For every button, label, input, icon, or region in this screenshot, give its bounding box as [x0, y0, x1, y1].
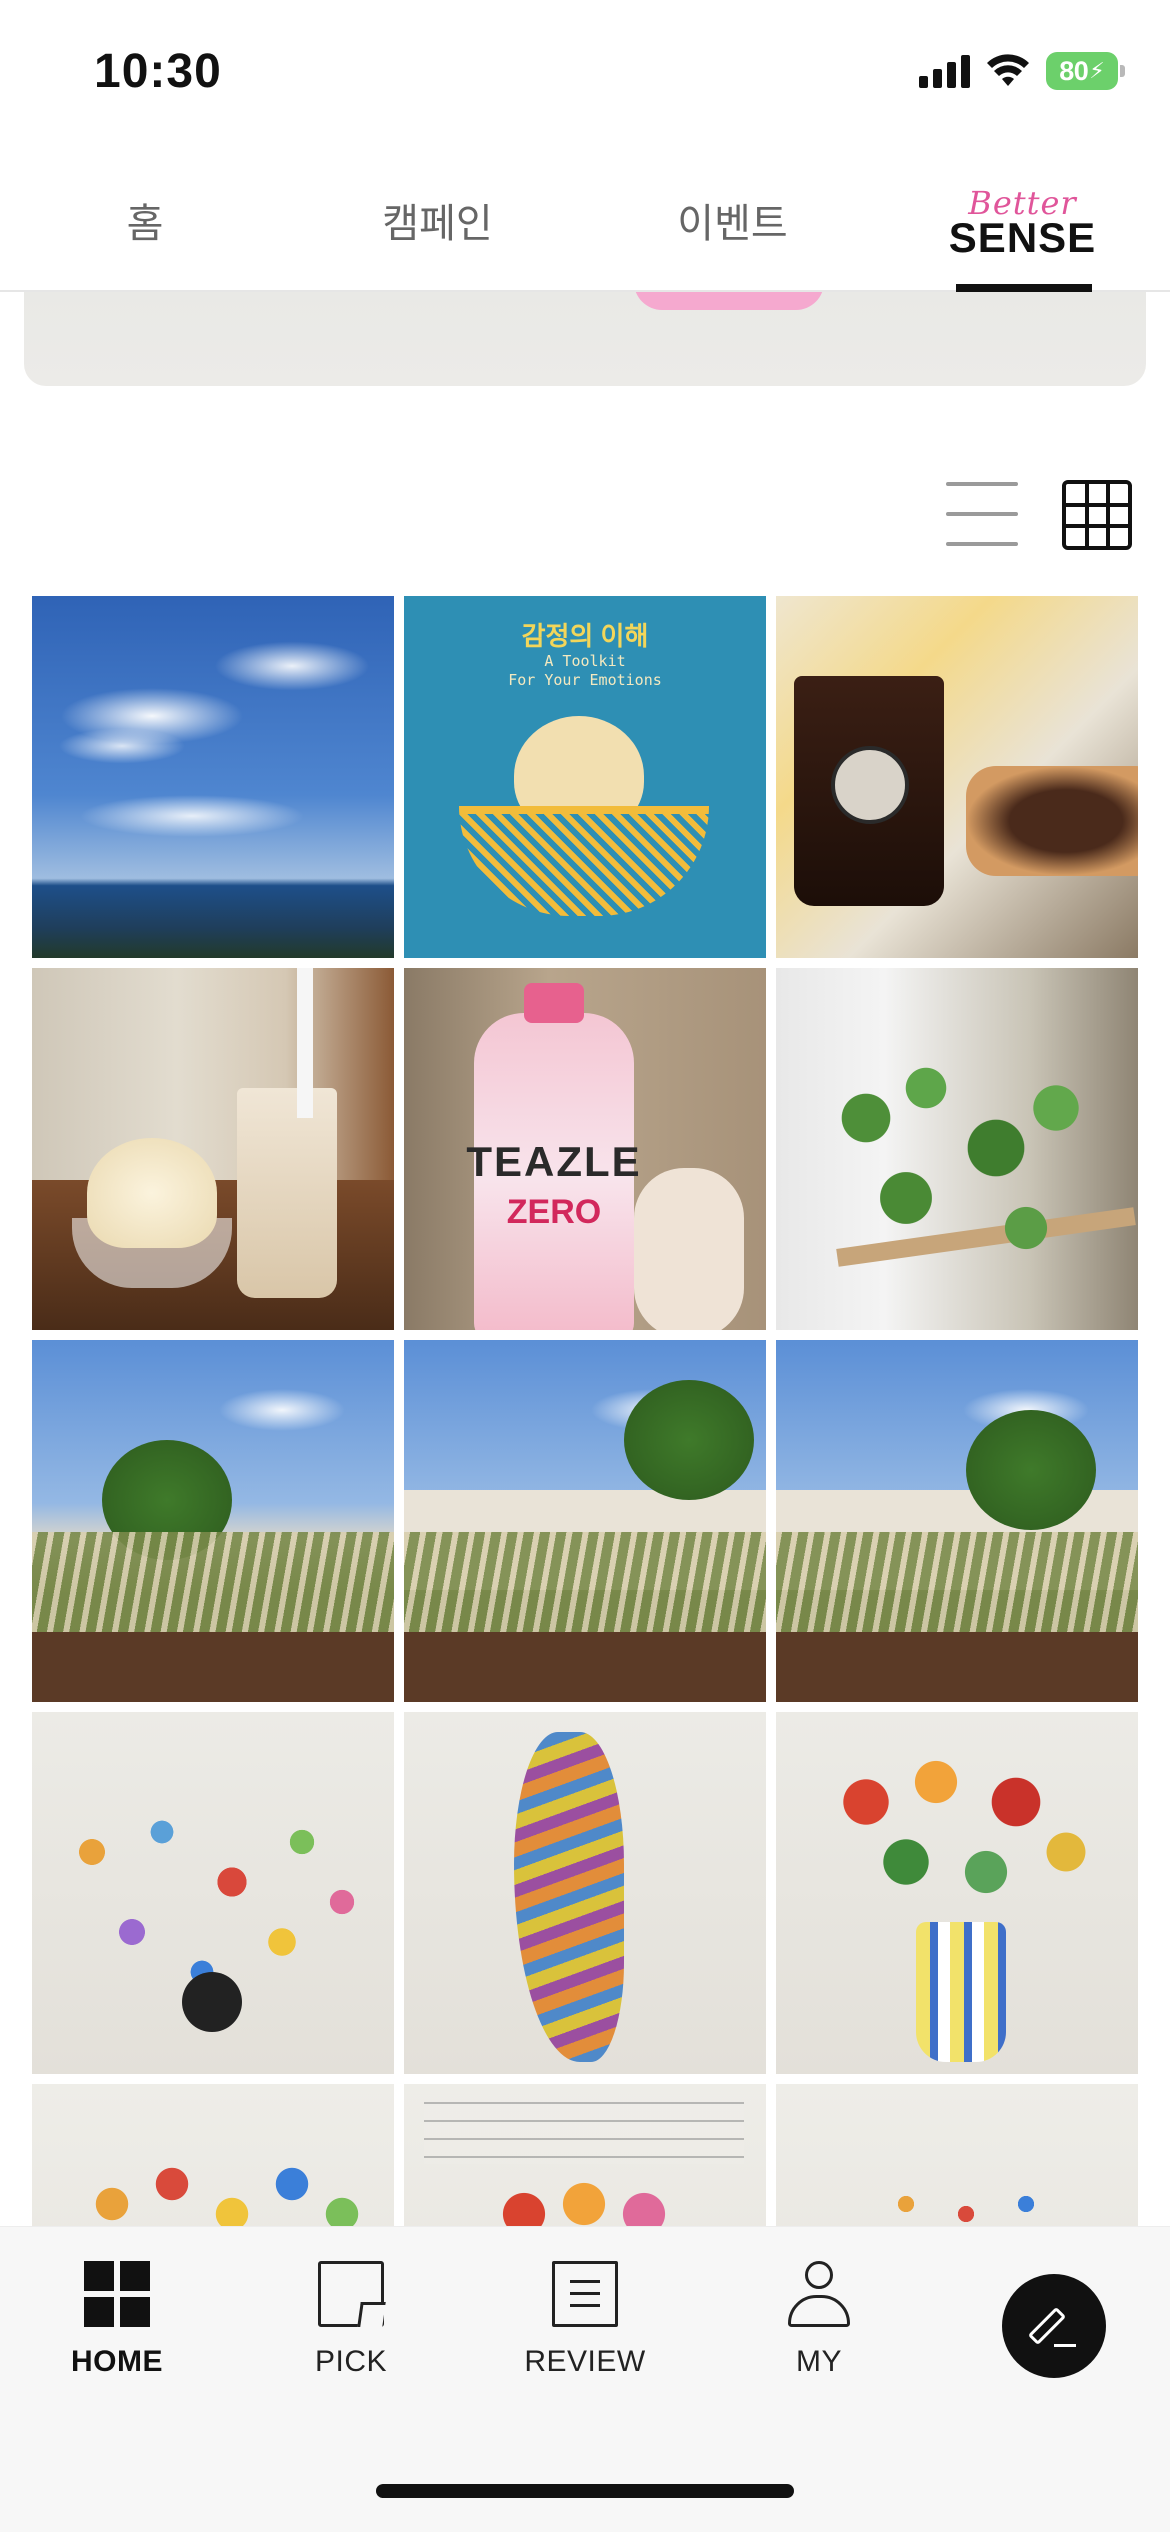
- hand: [634, 1168, 744, 1330]
- tab-better-sense-label: SENSE: [948, 214, 1097, 261]
- tab-event[interactable]: 이벤트: [640, 150, 825, 290]
- book-subtitle-line2: For Your Emotions: [508, 670, 662, 689]
- active-tab-indicator: [956, 284, 1092, 292]
- book-subtitle: A Toolkit For Your Emotions: [404, 652, 766, 690]
- nav-review-label: REVIEW: [524, 2345, 646, 2378]
- tab-better-sense[interactable]: Better SENSE: [940, 150, 1105, 290]
- write-button[interactable]: [1002, 2274, 1106, 2378]
- signal-icon: [919, 54, 970, 88]
- photo-tile-coffee[interactable]: [776, 596, 1138, 958]
- photo-tile-rooftop[interactable]: [404, 1340, 766, 1702]
- bookmark-note-icon: [318, 2261, 384, 2327]
- banner-decoration: [634, 292, 824, 310]
- person-icon: [786, 2261, 852, 2327]
- bottle-cap: [524, 983, 584, 1023]
- milk-tea: [237, 1088, 337, 1298]
- home-indicator[interactable]: [376, 2484, 794, 2498]
- nav-home[interactable]: HOME: [42, 2261, 192, 2411]
- nav-pick-label: PICK: [314, 2345, 388, 2378]
- tree: [624, 1380, 754, 1500]
- cake: [966, 766, 1138, 876]
- banner-card[interactable]: [24, 292, 1146, 386]
- book-subtitle-line1: A Toolkit: [544, 652, 626, 670]
- book-title: 감정의 이해: [521, 621, 649, 651]
- wifi-icon: [987, 54, 1029, 86]
- photo-tile-tulip-art[interactable]: [776, 1712, 1138, 2074]
- grid-view-icon[interactable]: [1062, 480, 1132, 550]
- nav-home-label: HOME: [71, 2345, 163, 2378]
- tab-home[interactable]: 홈: [70, 150, 220, 290]
- charging-bolt-icon: ⚡: [1089, 58, 1105, 83]
- status-icons: 80 ⚡: [919, 52, 1125, 90]
- tree: [966, 1410, 1096, 1530]
- edit-pencil-icon: [1027, 2302, 1078, 2350]
- path: [32, 1632, 394, 1702]
- bottle-brand: TEAZLE: [466, 1138, 642, 1185]
- photo-tile-figure-art[interactable]: [404, 1712, 766, 2074]
- status-time: 10:30: [94, 45, 222, 98]
- home-grid-icon: [84, 2261, 150, 2327]
- battery-charging-icon: 80 ⚡: [1046, 52, 1125, 90]
- photo-tile-sky[interactable]: [32, 596, 394, 958]
- photo-tile-garden[interactable]: [32, 1340, 394, 1702]
- status-bar: 10:30 80 ⚡: [0, 0, 1170, 140]
- battery-cap: [1120, 65, 1125, 77]
- straw: [297, 968, 313, 1118]
- photo-tile-rooftop-2[interactable]: [776, 1340, 1138, 1702]
- nav-pick[interactable]: PICK: [276, 2261, 426, 2411]
- photo-grid: 감정의 이해 A Toolkit For Your Emotions TEAZL…: [32, 596, 1138, 2446]
- tulips: [816, 1742, 1096, 1932]
- photo-tile-dessert[interactable]: [32, 968, 394, 1330]
- document-icon: [552, 2261, 618, 2327]
- gallery-text: [424, 2094, 744, 2164]
- vase: [182, 1972, 242, 2032]
- tab-campaign[interactable]: 캠페인: [345, 150, 530, 290]
- vase: [916, 1922, 1006, 2062]
- photo-tile-book[interactable]: 감정의 이해 A Toolkit For Your Emotions: [404, 596, 766, 958]
- bottle-variant: ZERO: [506, 1193, 602, 1231]
- photo-tile-plant[interactable]: [776, 968, 1138, 1330]
- top-tab-bar: 홈 캠페인 이벤트 Better SENSE: [0, 150, 1170, 292]
- list-view-icon[interactable]: [946, 480, 1018, 548]
- soft-serve: [87, 1138, 217, 1248]
- grass: [776, 1532, 1138, 1642]
- nav-my[interactable]: MY: [744, 2261, 894, 2411]
- photo-tile-bottle[interactable]: TEAZLE ZERO: [404, 968, 766, 1330]
- cup-logo: [831, 746, 909, 824]
- photo-tile-butterfly-art[interactable]: [32, 1712, 394, 2074]
- grass: [404, 1532, 766, 1642]
- book-illustration-basket: [459, 806, 709, 916]
- deck: [776, 1632, 1138, 1702]
- nav-review[interactable]: REVIEW: [510, 2261, 660, 2411]
- battery-percent: 80: [1059, 55, 1089, 86]
- deck: [404, 1632, 766, 1702]
- grass: [32, 1532, 394, 1642]
- plant-leaves: [806, 1038, 1106, 1268]
- butterfly-figure: [514, 1732, 624, 2062]
- nav-my-label: MY: [796, 2345, 842, 2378]
